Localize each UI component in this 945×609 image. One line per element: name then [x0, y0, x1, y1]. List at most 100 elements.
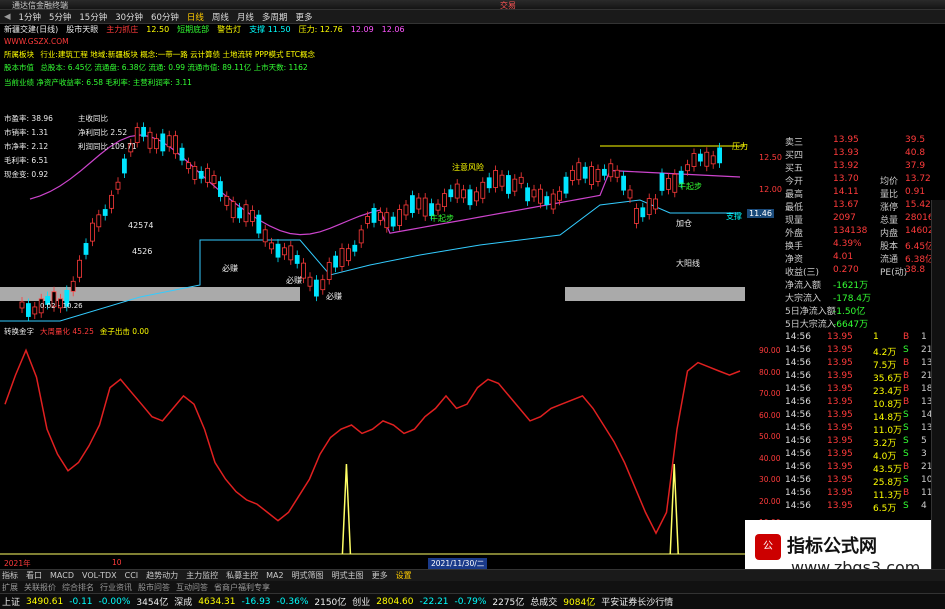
quote-key-2: 涨停 — [880, 203, 899, 213]
tab-9[interactable]: 明式筛图 — [292, 570, 324, 581]
candle-body — [595, 169, 601, 182]
tab-2[interactable]: MACD — [50, 571, 74, 580]
gm-label: 毛利率: — [4, 156, 30, 165]
candle-body — [217, 181, 223, 197]
candle-body — [160, 133, 166, 152]
period-60min[interactable]: 60分钟 — [151, 11, 179, 23]
tab-11[interactable]: 更多 — [372, 570, 388, 581]
trade-v: 10.8万 — [873, 400, 903, 410]
candle-body — [563, 176, 569, 194]
candle-body — [256, 214, 262, 234]
quote-value: 13.92 — [833, 161, 859, 171]
trade-row: 14:56 13.95 6.5万 S 4 — [745, 501, 945, 514]
period-1min[interactable]: 1分钟 — [19, 11, 41, 23]
period-15min[interactable]: 15分钟 — [79, 11, 107, 23]
candle-body — [486, 177, 492, 189]
tab-3[interactable]: VOL-TDX — [82, 571, 117, 580]
info-tab-2[interactable]: 综合排名 — [62, 582, 94, 593]
indicator-tabs: 指标 看口 MACD VOL-TDX CCI 趋势动力 主力监控 私募主控 MA2 明式筛图 明式主… — [0, 569, 945, 581]
x-axis-cursor-date: 2021/11/30/二 — [428, 558, 488, 569]
candle-body — [602, 168, 607, 176]
tab-5[interactable]: 趋势动力 — [146, 570, 178, 581]
trade-row: 14:56 13.95 43.5万 B 21 — [745, 462, 945, 475]
quote-key-2: PE(动) — [880, 268, 908, 278]
period-5min[interactable]: 5分钟 — [49, 11, 71, 23]
quote-value-2: 38.8 — [905, 265, 926, 275]
trade-row: 14:56 13.95 4.2万 S 21 — [745, 345, 945, 358]
info-tab-6[interactable]: 省商户福利专享 — [214, 582, 270, 593]
tab-6[interactable]: 主力监控 — [186, 570, 218, 581]
trade-d: B — [903, 397, 910, 407]
volume-number-1: 42574 — [128, 221, 154, 230]
candle-body — [589, 166, 594, 185]
trade-t: 14:56 — [785, 462, 811, 472]
trade-v: 35.6万 — [873, 374, 903, 384]
trade-t: 14:56 — [785, 332, 811, 342]
indicator-name[interactable]: 股市天眼 — [66, 24, 98, 35]
sh-volume: 3454亿 — [136, 598, 169, 608]
period-more[interactable]: 更多 — [295, 11, 312, 23]
candle-body — [339, 248, 345, 267]
price-chart[interactable]: WWW.GSZX.COM 所属板块 行业:建筑工程 地域:新疆板块 概念:一带一… — [0, 35, 748, 325]
candle-body — [185, 162, 191, 170]
quote-row: 净流入额 -1621万 — [745, 278, 945, 291]
indicator-chart[interactable] — [0, 336, 745, 559]
trade-p: 13.95 — [827, 501, 853, 511]
quote-row: 外盘 134138 内盘 146023 — [745, 226, 945, 239]
trade-d: B — [903, 332, 910, 342]
candle-body — [320, 279, 326, 291]
tab-12[interactable]: 设置 — [396, 570, 412, 581]
trade-d: S — [903, 423, 909, 433]
must-win-label-3: 必赚 — [326, 292, 342, 301]
quote-value: 2097 — [833, 213, 856, 223]
quote-value-2: 40.8 — [905, 148, 926, 158]
quote-row: 买五 13.92 37.9 — [745, 161, 945, 174]
tab-4[interactable]: CCI — [125, 571, 139, 580]
tab-10[interactable]: 明式主图 — [332, 570, 364, 581]
tab-8[interactable]: MA2 — [266, 571, 283, 580]
side-toolbar[interactable] — [931, 200, 945, 570]
trade-p: 13.95 — [827, 332, 853, 342]
trade-p: 13.95 — [827, 475, 853, 485]
tab-0[interactable]: 指标 — [2, 570, 18, 581]
candle-body — [621, 175, 626, 191]
period-30min[interactable]: 30分钟 — [115, 11, 143, 23]
quote-value: -1.50亿 — [833, 307, 866, 317]
candle-body — [397, 209, 403, 226]
trade-t: 14:56 — [785, 384, 811, 394]
info-tab-5[interactable]: 互动问答 — [176, 582, 208, 593]
quote-key: 最高 — [785, 190, 804, 200]
candle-body — [249, 210, 255, 222]
period-month[interactable]: 月线 — [237, 11, 254, 23]
watermark-title: 指标公式网 — [787, 536, 877, 557]
trade-t: 14:56 — [785, 475, 811, 485]
period-multi[interactable]: 多周期 — [262, 11, 288, 23]
info-tab-3[interactable]: 行业资讯 — [100, 582, 132, 593]
candle-body — [147, 131, 153, 149]
pe-label: 市盈率: — [4, 114, 30, 123]
quote-value: -6647万 — [833, 320, 869, 330]
trade-v: 23.4万 — [873, 387, 903, 397]
back-icon[interactable]: ◀ — [4, 12, 11, 22]
candle-body — [230, 201, 236, 219]
trade-p: 13.95 — [827, 371, 853, 381]
candle-body — [634, 208, 639, 224]
trade-v: 11.0万 — [873, 426, 903, 436]
trade-n: 4 — [921, 501, 927, 511]
period-week[interactable]: 周线 — [212, 11, 229, 23]
tab-1[interactable]: 看口 — [26, 570, 42, 581]
indicator-title[interactable]: 转换金字 — [4, 326, 34, 337]
tick-trades-list[interactable]: 14:56 13.95 1 B 1 14:56 13.95 4.2万 S 21 14:56 13.95… — [745, 330, 945, 520]
info-tab-1[interactable]: 关联报价 — [24, 582, 56, 593]
x-axis-month: 10 — [112, 558, 122, 567]
quote-value-2: 6.45亿 — [905, 242, 935, 252]
info-tab-4[interactable]: 股市问答 — [138, 582, 170, 593]
candle-body — [141, 126, 147, 137]
candle-body — [409, 195, 415, 213]
period-day[interactable]: 日线 — [187, 11, 204, 23]
trade-v: 11.3万 — [873, 491, 903, 501]
tab-7[interactable]: 私募主控 — [226, 570, 258, 581]
candle-body — [153, 138, 159, 150]
info-tab-0[interactable]: 扩展 — [2, 582, 18, 593]
performance-line: 当前业绩 净资产收益率: 6.58 毛利率: 主营利润率: 3.11 — [4, 77, 334, 88]
